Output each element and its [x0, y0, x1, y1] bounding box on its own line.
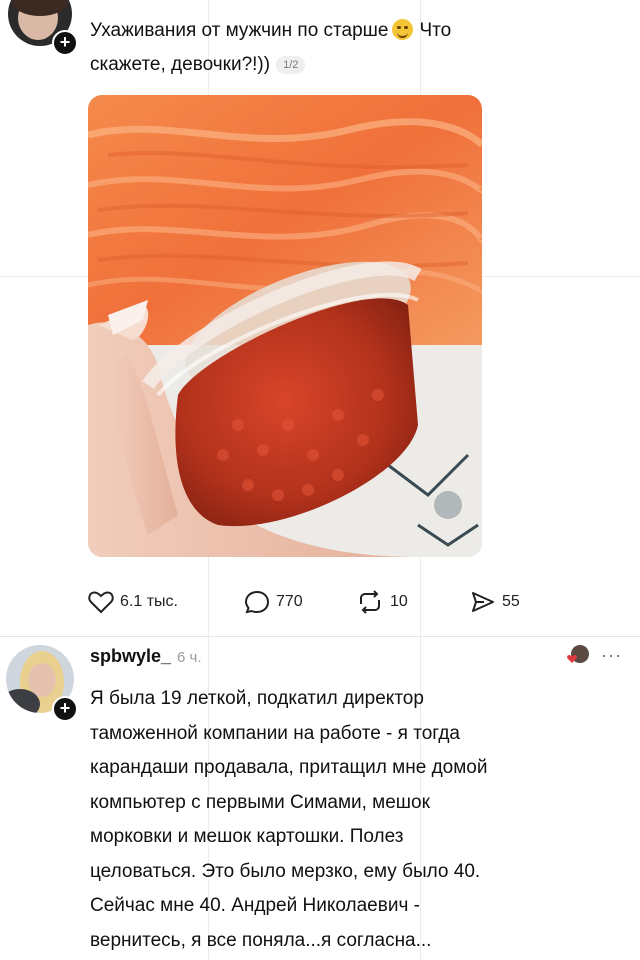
comment-line: карандаши продавала, притащил мне домой: [90, 757, 488, 778]
post-caption: Ухаживания от мужчин по старше Что скажет…: [90, 14, 610, 82]
comment-header: spbwyle_ 6 ч.: [90, 646, 202, 667]
post-caption-after-emoji: Что: [419, 20, 452, 41]
comment-line: морковки и мешок картошки. Полез: [90, 826, 404, 847]
share-button[interactable]: 55: [470, 590, 520, 614]
divider: [0, 636, 640, 637]
comment-line: Я была 19 леткой, подкатил директор: [90, 688, 424, 709]
post-caption-line2: скажете, девочки?!)): [90, 54, 271, 75]
comment-body: Я была 19 леткой, подкатил директор тамо…: [90, 682, 620, 958]
post-action-bar: 6.1 тыс. 770 10 55: [88, 590, 568, 624]
follow-plus-icon[interactable]: +: [52, 30, 78, 56]
more-options-icon[interactable]: ···: [601, 645, 622, 666]
comment-line: Сейчас мне 40. Андрей Николаевич -: [90, 895, 420, 916]
repost-count: 10: [390, 593, 408, 610]
salmon-caviar-photo: [88, 95, 482, 557]
heart-icon: [88, 591, 114, 614]
repost-icon: [360, 590, 380, 614]
comment-count: 770: [276, 593, 303, 610]
comment-button[interactable]: 770: [244, 590, 303, 614]
comment-line: целоваться. Это было мерзко, ему было 40…: [90, 860, 481, 882]
share-count: 55: [502, 593, 520, 610]
like-button[interactable]: 6.1 тыс.: [88, 590, 178, 614]
comment-username[interactable]: spbwyle_: [90, 646, 171, 666]
image-counter-badge: 1/2: [276, 56, 306, 74]
comment-line: вернитесь, я все поняла...я согласна...: [90, 929, 432, 951]
author-liked-heart-icon: [567, 645, 589, 663]
comment-bubble-icon: [244, 590, 270, 614]
comment-line: компьютер с первыми Симами, мешок: [90, 791, 430, 813]
repost-button[interactable]: 10: [356, 590, 408, 614]
like-count: 6.1 тыс.: [120, 593, 178, 610]
send-icon: [472, 592, 494, 612]
follow-plus-icon[interactable]: +: [52, 696, 78, 722]
comment-time: 6 ч.: [177, 649, 202, 666]
comment-line: таможенной компании на работе - я тогда: [90, 722, 460, 744]
post-photo[interactable]: [88, 95, 482, 557]
post-caption-line1: Ухаживания от мужчин по старше: [90, 20, 389, 41]
grinning-face-emoji-icon: [392, 19, 414, 40]
